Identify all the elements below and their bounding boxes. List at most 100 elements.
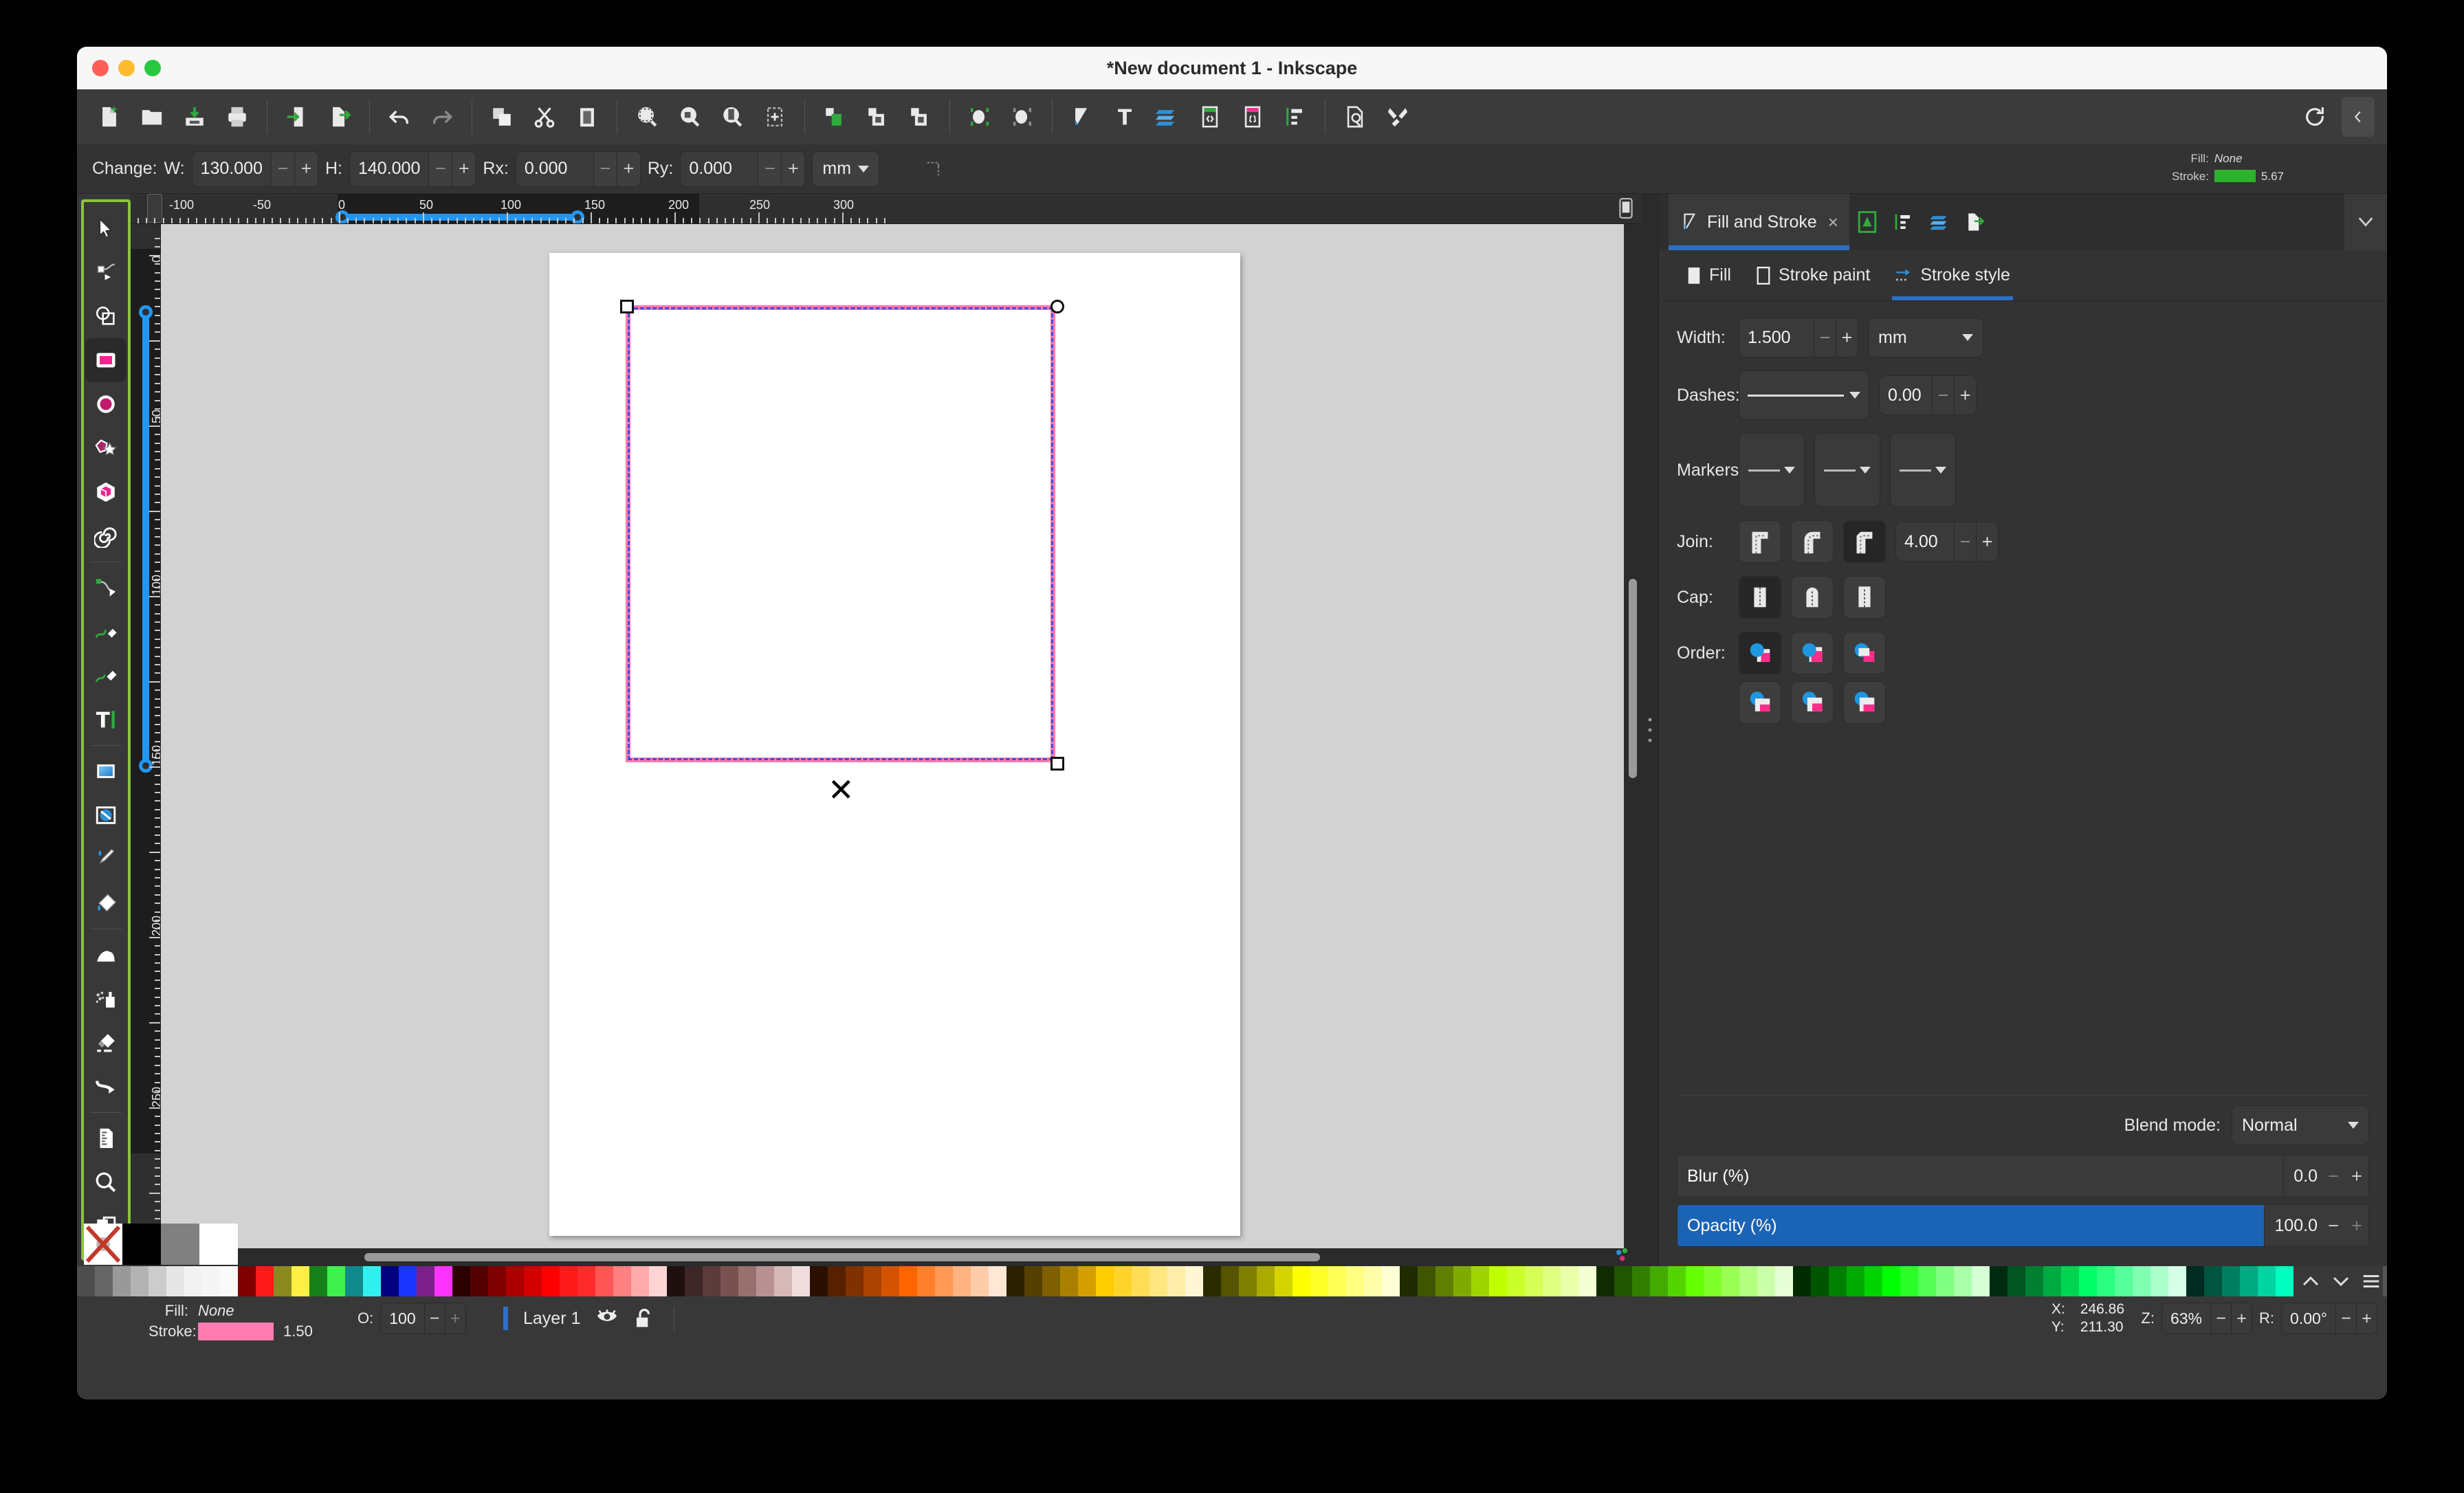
resize-handle-top-left[interactable] [620,300,634,313]
cut-button[interactable] [523,96,566,138]
box3d-tool[interactable] [85,470,126,514]
rect-ry-input[interactable]: 0.000 − + [680,151,806,187]
palette-swatch[interactable] [2043,1266,2061,1296]
palette-swatch[interactable] [1793,1266,1811,1296]
node-tool[interactable] [85,250,126,294]
join-bevel-button[interactable] [1843,520,1886,563]
paste-button[interactable] [566,96,608,138]
palette-swatch[interactable] [2258,1266,2276,1296]
marker-start-select[interactable] [1739,433,1805,507]
palette-swatch[interactable] [1024,1266,1042,1296]
measure-tool[interactable] [85,1116,126,1160]
tweak-tool[interactable] [85,933,126,977]
rectangle-tool[interactable] [85,338,126,382]
palette-swatch[interactable] [2061,1266,2079,1296]
palette-swatch[interactable] [1561,1266,1578,1296]
gradient-tool[interactable] [85,749,126,793]
dash-pattern-select[interactable] [1739,371,1869,420]
rect-height-decrement[interactable]: − [428,151,452,186]
palette-swatch[interactable] [667,1266,685,1296]
hamburger-menu-icon[interactable] [2361,1272,2382,1290]
rect-ry-decrement[interactable]: − [758,151,782,186]
palette-swatch[interactable] [756,1266,774,1296]
marker-end-select[interactable] [1890,433,1956,507]
palette-swatch[interactable] [1006,1266,1024,1296]
zoom-decrement[interactable]: − [2210,1303,2231,1334]
order-markers-stroke-fill-button[interactable] [1843,681,1886,724]
layers-dialog-button[interactable] [1146,96,1189,138]
star-tool[interactable] [85,426,126,470]
eye-icon[interactable] [595,1309,619,1328]
palette-swatch[interactable] [971,1266,989,1296]
rotation-value[interactable]: 0.00° [2282,1303,2335,1334]
palette-swatch[interactable] [1471,1266,1489,1296]
palette-swatch[interactable] [1310,1266,1328,1296]
zoom-increment[interactable]: + [2231,1303,2252,1334]
palette-swatch[interactable] [1418,1266,1436,1296]
dock-tab-fill-and-stroke[interactable]: Fill and Stroke × [1669,194,1849,250]
opacity-decrement[interactable]: − [424,1303,445,1334]
status-stroke-swatch[interactable] [198,1322,274,1340]
palette-swatch[interactable] [578,1266,595,1296]
stroke-width-unit-select[interactable]: mm [1868,318,1983,357]
zoom-page-button[interactable] [711,96,754,138]
stroke-width-value[interactable]: 1.500 [1739,318,1814,357]
palette-swatch[interactable] [238,1266,256,1296]
palette-swatch[interactable] [345,1266,363,1296]
palette-swatch[interactable] [1328,1266,1346,1296]
palette-swatch[interactable] [113,1266,131,1296]
swatch-black[interactable] [122,1224,161,1265]
swatch-none[interactable] [84,1224,122,1265]
mask-set-button[interactable] [1001,96,1044,138]
palette-swatch[interactable] [1739,1266,1757,1296]
pencil-tool[interactable] [85,610,126,654]
stroke-color-swatch[interactable] [2214,170,2256,183]
unlock-icon[interactable] [634,1308,653,1329]
palette-swatch[interactable] [1400,1266,1418,1296]
palette-swatch[interactable] [1382,1266,1400,1296]
palette-swatch[interactable] [434,1266,452,1296]
make-corners-sharp-button[interactable] [912,148,955,190]
palette-swatch[interactable] [1042,1266,1060,1296]
palette-swatch[interactable] [1954,1266,1972,1296]
palette-swatch[interactable] [935,1266,953,1296]
palette-swatch[interactable] [1167,1266,1185,1296]
cap-square-button[interactable] [1843,576,1886,619]
blend-mode-select[interactable]: Normal [2232,1105,2369,1145]
xml-editor-button[interactable] [1189,96,1231,138]
zoom-value[interactable]: 63% [2162,1303,2210,1334]
zoom-selection-button[interactable] [626,96,668,138]
palette-swatch[interactable] [1453,1266,1471,1296]
spiral-tool[interactable] [85,514,126,558]
palette-swatch[interactable] [2186,1266,2204,1296]
rect-width-decrement[interactable]: − [271,151,294,186]
cap-round-button[interactable] [1791,576,1834,619]
rect-height-increment[interactable]: + [452,151,476,186]
zoom-center-page-button[interactable] [754,96,796,138]
resize-handle-top-right[interactable] [1050,300,1064,313]
palette-swatch[interactable] [1507,1266,1525,1296]
palette-swatch[interactable] [1918,1266,1936,1296]
palette-swatch[interactable] [274,1266,292,1296]
vertical-scrollbar[interactable] [1624,224,1642,1248]
objects-dialog-button[interactable] [1274,96,1317,138]
palette-swatch[interactable] [166,1266,184,1296]
palette-swatch[interactable] [989,1266,1006,1296]
palette-swatch[interactable] [1292,1266,1310,1296]
palette-swatch[interactable] [1829,1266,1847,1296]
palette-swatch[interactable] [327,1266,345,1296]
swatch-white[interactable] [199,1224,238,1265]
palette-scroll-up-button[interactable] [2300,1274,2321,1288]
horizontal-scrollbar-thumb[interactable] [364,1253,1320,1261]
palette-swatch[interactable] [1239,1266,1257,1296]
text-and-font-dialog-button[interactable] [1103,96,1146,138]
palette-swatch[interactable] [506,1266,524,1296]
zoom-input[interactable]: 63% − + [2161,1303,2252,1334]
group-objects-button[interactable] [856,96,899,138]
palette-swatch[interactable] [1811,1266,1829,1296]
palette-swatch[interactable] [184,1266,202,1296]
palette-swatch[interactable] [1936,1266,1954,1296]
palette-scroll-down-button[interactable] [2331,1274,2351,1288]
dock-expand-button[interactable] [2344,194,2387,250]
vertical-ruler[interactable]: 0 50 100 150 200 250 [131,224,161,1248]
